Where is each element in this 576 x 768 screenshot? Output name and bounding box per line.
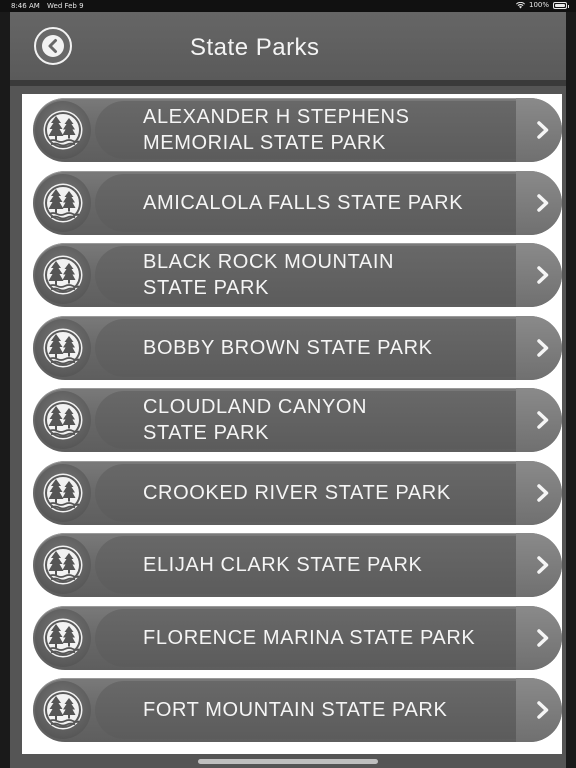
chevron-right-icon — [537, 556, 549, 574]
list-item-label: ALEXANDER H STEPHENS MEMORIAL STATE PARK — [143, 106, 410, 154]
status-time: 8:46 AM — [11, 2, 40, 10]
park-icon-badge — [35, 101, 91, 159]
chevron-right-icon — [537, 701, 549, 719]
battery-icon — [553, 1, 569, 9]
chevron-right-icon — [537, 121, 549, 139]
list-item[interactable]: FORT MOUNTAIN STATE PARK — [33, 678, 562, 742]
park-icon-badge — [35, 608, 91, 667]
battery-percent: 100% — [528, 1, 549, 9]
status-bar: 8:46 AM Wed Feb 9 100% — [0, 0, 576, 12]
park-trees-icon — [43, 690, 83, 730]
list-item[interactable]: ELIJAH CLARK STATE PARK — [33, 533, 562, 597]
list-item[interactable]: CLOUDLAND CANYON STATE PARK — [33, 388, 562, 452]
status-date: Wed Feb 9 — [47, 2, 84, 10]
list-item-label: CROOKED RIVER STATE PARK — [143, 481, 451, 504]
park-trees-icon — [43, 183, 83, 222]
back-arrow-icon — [42, 35, 64, 57]
wifi-icon — [515, 1, 525, 8]
back-button[interactable] — [34, 27, 72, 65]
status-indicators: 100% — [515, 1, 569, 9]
park-icon-badge — [35, 246, 91, 304]
list-item-label: CLOUDLAND CANYON STATE PARK — [143, 396, 368, 444]
park-trees-icon — [43, 110, 83, 150]
park-icon-badge — [35, 391, 91, 449]
park-trees-icon — [43, 255, 83, 295]
list-area: ALEXANDER H STEPHENS MEMORIAL STATE PARK… — [10, 86, 566, 768]
list-item-label: BLACK ROCK MOUNTAIN STATE PARK — [143, 251, 395, 299]
park-icon-badge — [35, 536, 91, 594]
list-item-label: BOBBY BROWN STATE PARK — [143, 336, 433, 359]
park-trees-icon — [43, 400, 83, 440]
park-icon-badge — [35, 463, 91, 522]
list-item[interactable]: ALEXANDER H STEPHENS MEMORIAL STATE PARK — [33, 98, 562, 162]
list-item-label: FLORENCE MARINA STATE PARK — [143, 626, 476, 649]
chevron-right-icon — [537, 483, 549, 502]
chevron-right-icon — [537, 266, 549, 284]
chevron-right-icon — [537, 338, 549, 357]
list-item[interactable]: CROOKED RIVER STATE PARK — [33, 460, 562, 525]
home-indicator — [198, 759, 378, 764]
list-item-label: FORT MOUNTAIN STATE PARK — [143, 699, 448, 721]
park-trees-icon — [43, 328, 83, 367]
park-icon-badge — [35, 173, 91, 232]
list-item[interactable]: BLACK ROCK MOUNTAIN STATE PARK — [33, 243, 562, 307]
chevron-right-icon — [537, 628, 549, 647]
list-item[interactable]: FLORENCE MARINA STATE PARK — [33, 605, 562, 670]
park-icon-badge — [35, 318, 91, 377]
park-trees-icon — [43, 473, 83, 512]
list-item-label: ELIJAH CLARK STATE PARK — [143, 554, 423, 576]
park-trees-icon — [43, 545, 83, 585]
page-title: State Parks — [190, 34, 320, 61]
park-icon-badge — [35, 681, 91, 739]
list-item[interactable]: AMICALOLA FALLS STATE PARK — [33, 170, 562, 235]
chevron-right-icon — [537, 193, 549, 212]
park-trees-icon — [43, 618, 83, 657]
park-list: ALEXANDER H STEPHENS MEMORIAL STATE PARK… — [22, 94, 562, 754]
list-item-label: AMICALOLA FALLS STATE PARK — [143, 191, 464, 214]
chevron-right-icon — [537, 411, 549, 429]
list-item[interactable]: BOBBY BROWN STATE PARK — [33, 315, 562, 380]
header-bar: State Parks — [10, 12, 566, 86]
